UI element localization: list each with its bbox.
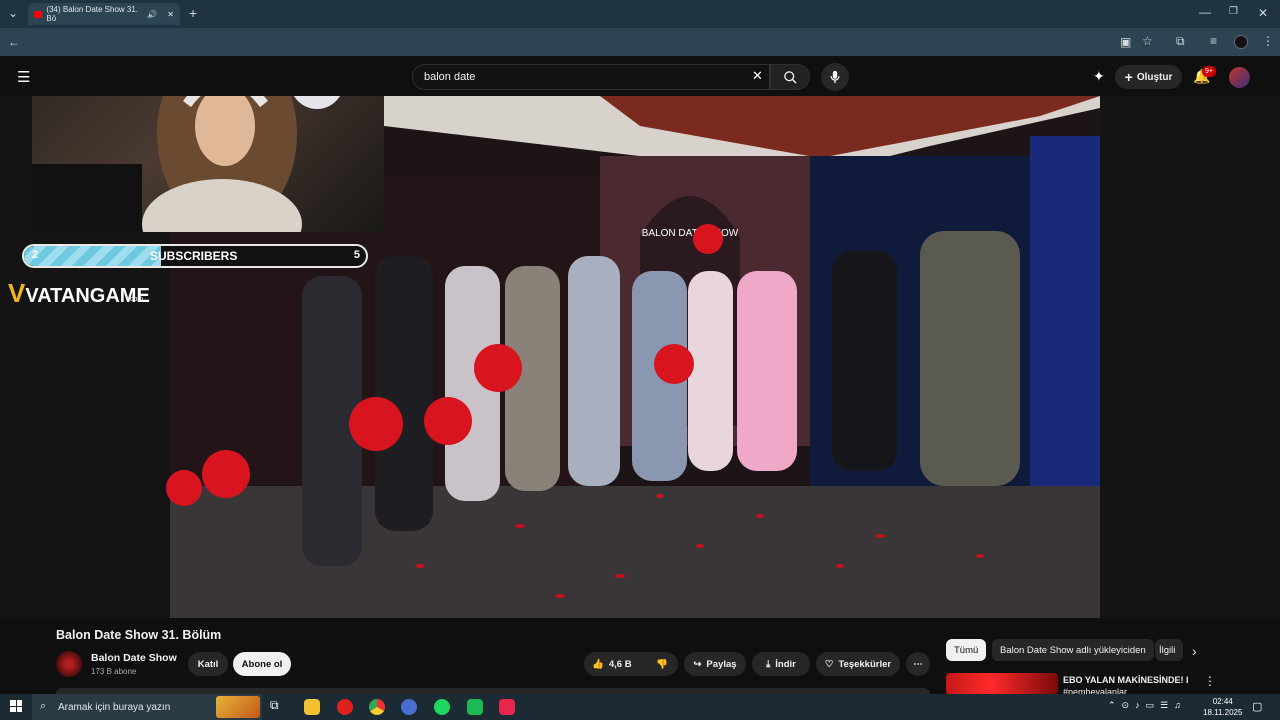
chip-from-uploader[interactable]: Balon Date Show adlı yükleyiciden [992,639,1154,661]
youtube-favicon-icon [34,10,43,18]
task-view-icon[interactable]: ⧉ [270,698,279,713]
download-button[interactable]: ⤓ İndir [752,652,810,676]
media-control-icon[interactable]: ≡ [1210,34,1217,48]
browser-tab[interactable]: (34) Balon Date Show 31. Bö 🔊 ✕ [28,3,180,25]
recommended-video-title[interactable]: EBO YALAN MAKİNESİNDE! l [1063,675,1188,685]
tab-close-icon[interactable]: ✕ [167,10,174,19]
cast-icon[interactable]: ▣ [1120,35,1131,49]
video-title: Balon Date Show 31. Bölüm [56,628,222,642]
vatangame-logo: VVATANGAME [8,278,150,309]
premium-sparkle-icon[interactable]: ✦ [1093,68,1105,85]
subscriber-goal-target: 5 [353,249,360,261]
brand-suffix: .com [128,296,144,303]
profile-avatar[interactable] [1234,35,1248,49]
minimize-icon[interactable]: — [1199,5,1211,19]
account-avatar[interactable] [1229,67,1250,88]
channel-subscriber-count: 173 B abone [91,667,137,676]
brand-v-mark: V [8,278,26,308]
app-icon[interactable] [401,699,417,715]
recommended-video-thumbnail[interactable] [946,673,1058,695]
subscriber-goal-bar: 2 SUBSCRIBERS 5 [22,244,368,268]
plus-icon: + [1124,69,1133,85]
channel-name[interactable]: Balon Date Show [91,652,177,664]
video-player[interactable]: BALON DATE SHOW 2 SUBSCRIBERS 5 VVATANGA… [0,96,1280,618]
like-thumb-icon[interactable]: 👍 [592,659,604,670]
search-icon [783,70,797,84]
windows-start-icon[interactable] [10,700,22,712]
taskbar-search-highlight-image [216,696,260,718]
taskbar-search-input[interactable]: ⌕ Aramak için buraya yazın [32,694,262,720]
search-button[interactable] [770,64,810,90]
recommended-more-icon[interactable]: ⋮ [1204,674,1216,688]
capcut-icon[interactable] [499,699,515,715]
tab-title: (34) Balon Date Show 31. Bö [46,5,139,23]
opera-icon[interactable] [337,699,353,715]
share-label: Paylaş [706,658,737,670]
create-label: Oluştur [1136,71,1173,83]
taskbar-clock[interactable]: 02:44 18.11.2025 [1203,696,1242,718]
subscriber-goal-label: SUBSCRIBERS [150,249,238,263]
voice-search-button[interactable] [821,63,849,91]
thanks-label: Teşekkürler [838,658,892,670]
restore-icon[interactable]: ❐ [1229,6,1238,17]
dislike-thumb-icon[interactable]: 👎 [656,659,668,670]
media-app-icon[interactable] [467,699,483,715]
microphone-icon [830,70,840,84]
taskbar-time: 02:44 [1212,697,1233,706]
join-button[interactable]: Katıl [188,652,228,676]
clear-search-icon[interactable]: ✕ [752,68,763,84]
back-icon[interactable]: ← [8,35,20,49]
neon-sign-text: BALON DATE SHOW [642,228,739,239]
tab-audio-icon[interactable]: 🔊 [147,10,157,19]
chips-next-chevron-icon[interactable]: › [1192,643,1197,659]
bookmark-star-icon[interactable]: ☆ [1142,34,1153,48]
more-actions-button[interactable]: ⋯ [906,652,930,676]
chip-related[interactable]: İlgili [1155,639,1183,661]
hamburger-menu-icon[interactable]: ☰ [17,68,30,86]
share-button[interactable]: ↪ Paylaş [684,652,746,676]
file-explorer-icon[interactable] [304,699,320,715]
share-arrow-icon: ↪ [693,658,702,670]
thanks-heart-icon: ♡ [824,658,834,670]
thanks-button[interactable]: ♡ Teşekkürler [816,652,900,676]
browser-toolbar: ← ▣ ☆ ⧉ ≡ ⋮ [0,28,1280,56]
download-icon: ⤓ [766,658,771,670]
taskbar-search-icon: ⌕ [40,700,47,712]
chrome-icon[interactable] [369,699,385,715]
subscriber-goal-current: 2 [32,249,39,261]
chip-all[interactable]: Tümü [946,639,987,661]
search-input[interactable]: balon date [412,64,770,90]
like-count[interactable]: 4,6 B [609,659,632,670]
browser-menu-icon[interactable]: ⋮ [1262,34,1274,48]
download-label: İndir [775,658,796,670]
taskbar-search-placeholder: Aramak için buraya yazın [58,701,171,713]
tab-search-chevron-icon[interactable]: ⌄ [8,6,18,20]
more-dots-icon: ⋯ [913,658,923,670]
like-dislike-group: 👍 4,6 B 👎 [584,652,678,676]
new-tab-icon[interactable]: + [189,5,197,21]
create-button[interactable]: + Oluştur [1115,65,1182,89]
subscriber-goal-fill [24,246,161,266]
taskbar-date: 18.11.2025 [1203,708,1243,717]
browser-tab-bar: ⌄ (34) Balon Date Show 31. Bö 🔊 ✕ + — ❐ … [0,0,1280,28]
notification-badge: 9+ [1202,66,1216,77]
extensions-icon[interactable]: ⧉ [1176,34,1185,49]
webcam-frame [32,96,341,232]
system-tray-icons[interactable]: ⌃⊙♪▭☰♫ [1108,700,1187,711]
streamer-webcam [32,96,384,232]
channel-avatar[interactable] [56,651,82,677]
subscribe-button[interactable]: Abone ol [233,652,291,676]
spotify-icon[interactable] [434,699,450,715]
close-icon[interactable]: ✕ [1258,6,1268,20]
notification-center-icon[interactable]: ▢ [1252,700,1262,713]
